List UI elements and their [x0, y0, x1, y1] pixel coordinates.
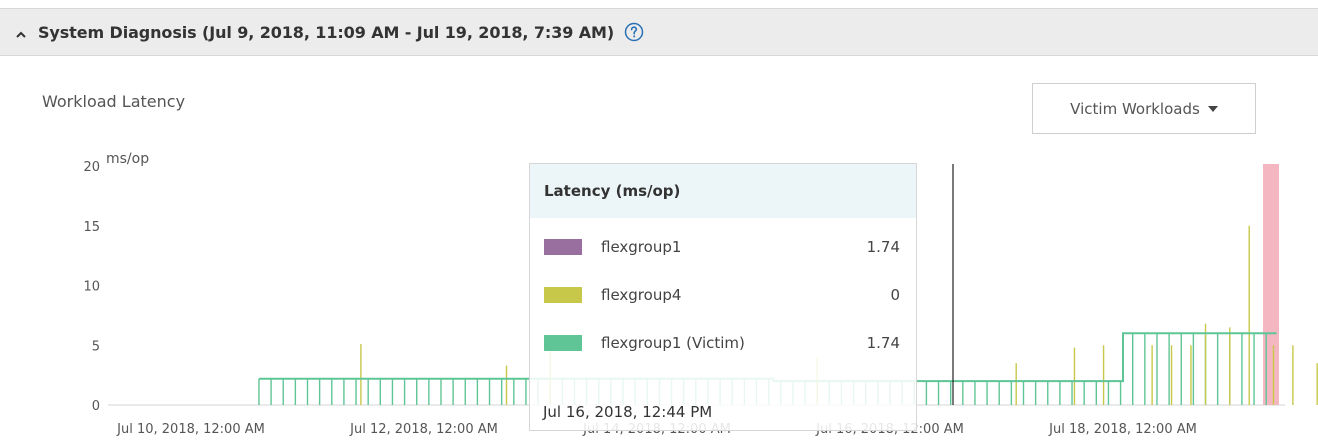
tooltip-row: flexgroup4 0	[530, 283, 918, 307]
tooltip-row: flexgroup1 (Victim) 1.74	[530, 331, 918, 355]
tooltip-series-name: flexgroup4	[601, 286, 682, 304]
x-tick-label: Jul 10, 2018, 12:00 AM	[116, 422, 265, 437]
tooltip-series-value: 0	[890, 286, 900, 304]
legend-swatch	[544, 335, 582, 351]
tooltip-series-value: 1.74	[866, 238, 900, 256]
y-tick-label: 15	[83, 220, 100, 235]
y-axis-unit: ms/op	[106, 151, 149, 167]
tooltip-time: Jul 16, 2018, 12:44 PM	[543, 403, 713, 421]
legend-swatch	[544, 287, 582, 303]
tooltip-series-value: 1.74	[866, 334, 900, 352]
tooltip-series-name: flexgroup1 (Victim)	[601, 334, 745, 352]
y-tick-label: 0	[92, 399, 100, 414]
tooltip-row: flexgroup1 1.74	[530, 235, 918, 259]
y-tick-label: 10	[83, 280, 100, 295]
legend-swatch	[544, 239, 582, 255]
tooltip-title: Latency (ms/op)	[530, 164, 916, 218]
x-tick-label: Jul 18, 2018, 12:00 AM	[1048, 422, 1197, 437]
highlight-band	[1263, 164, 1279, 405]
y-tick-label: 5	[92, 339, 100, 354]
y-tick-label: 20	[83, 160, 100, 175]
tooltip-series-name: flexgroup1	[601, 238, 682, 256]
x-tick-label: Jul 12, 2018, 12:00 AM	[349, 422, 498, 437]
chart-tooltip: Latency (ms/op) flexgroup1 1.74 flexgroup4…	[529, 163, 917, 431]
